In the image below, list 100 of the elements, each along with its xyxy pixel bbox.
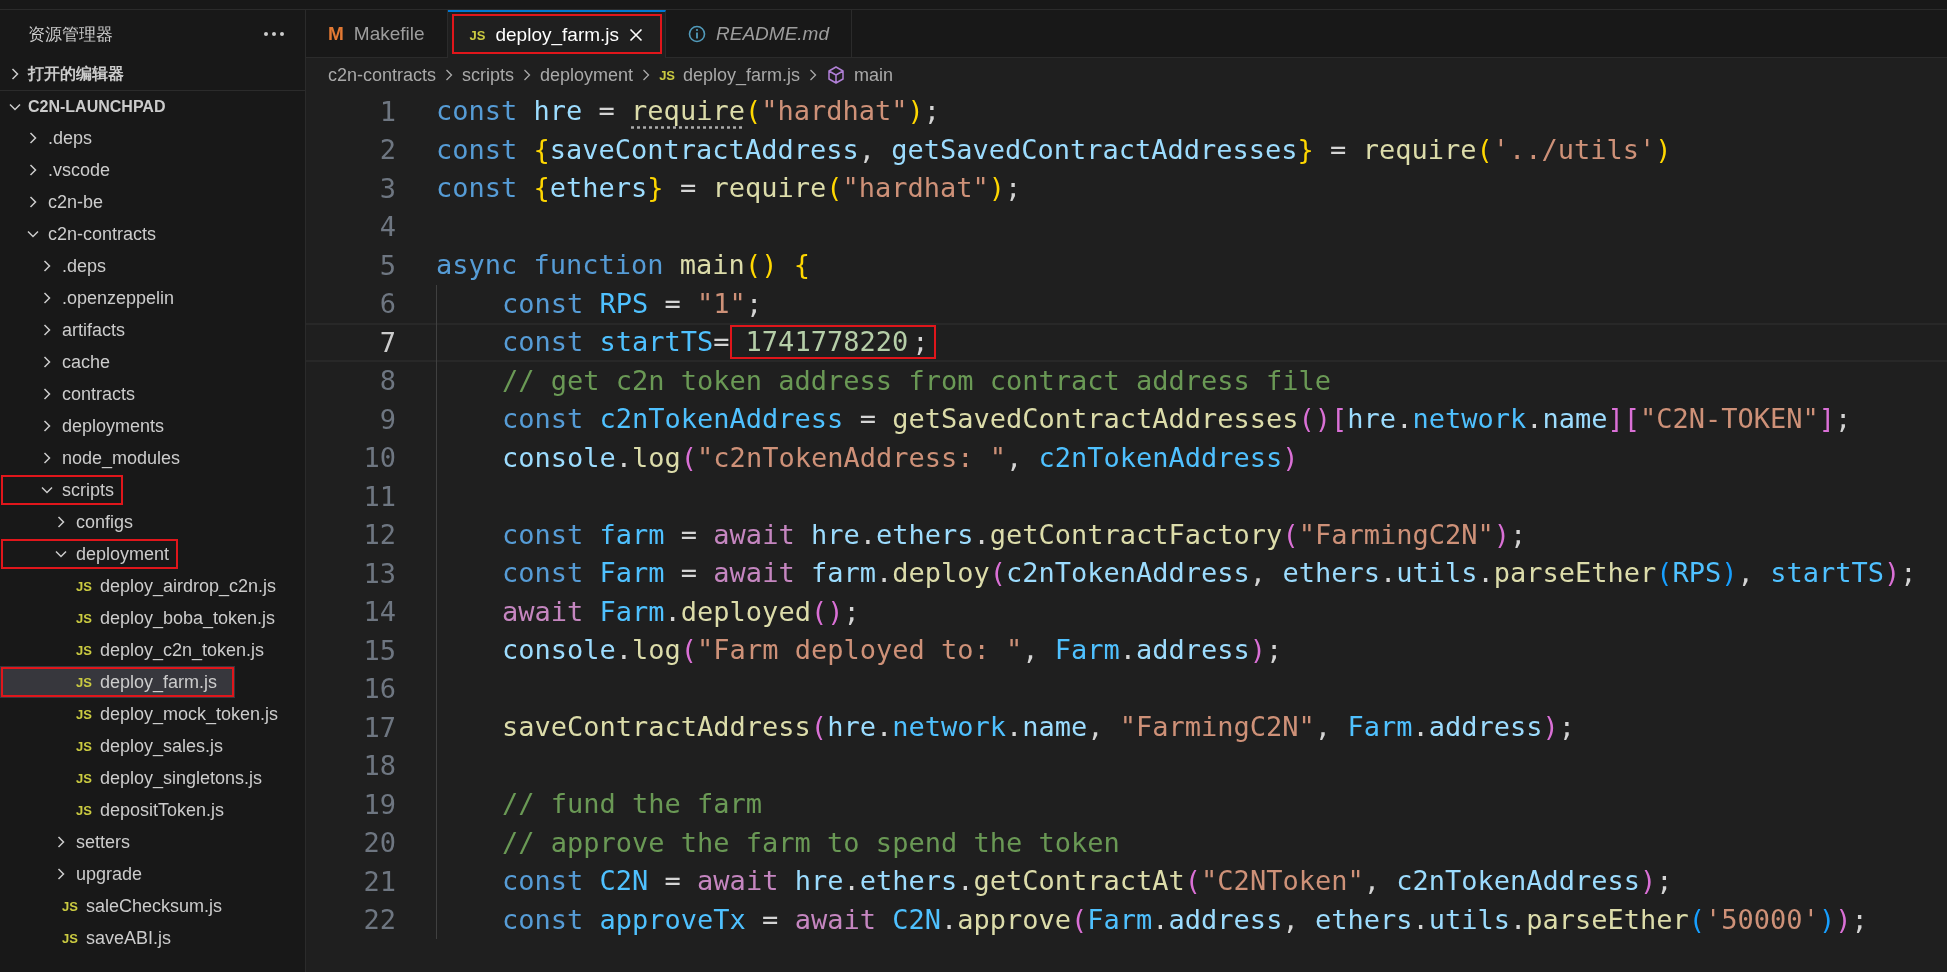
line-number: 3 (378, 172, 396, 204)
item-name: .deps (48, 127, 93, 149)
item-name: deploy_airdrop_c2n.js (99, 575, 277, 597)
editor-tab[interactable]: JS deploy_farm.js (447, 10, 667, 58)
item-name: scripts (62, 479, 114, 501)
item-name: saveABI.js (85, 927, 171, 949)
code-line: // fund the farm (502, 787, 764, 822)
cube-icon (826, 65, 847, 85)
code-line: const {saveContractAddress, getSavedContractAddresses} = require('../utils') (436, 132, 1673, 167)
item-name: upgrade (76, 863, 143, 885)
item-name: cache (62, 351, 111, 373)
line-number: 8 (378, 365, 396, 397)
line-number: 22 (362, 904, 396, 936)
tree-item[interactable]: scripts (0, 474, 124, 506)
line-number: 15 (362, 634, 396, 666)
line-number: 18 (362, 750, 396, 782)
code-line: const approveTx = await C2N.approve(Farm.address, ethers.utils.parseEther('50000')); (502, 902, 1869, 937)
tree-item[interactable]: configs (0, 506, 305, 538)
tree-item[interactable]: node_modules (0, 442, 305, 474)
line-number: 5 (378, 249, 396, 281)
code-line: const c2nTokenAddress = getSavedContractAddresses()[hre.network.name]["C2N-TOKEN"]; (502, 402, 1853, 437)
code-line: const {ethers} = require("hardhat"); (436, 171, 1023, 206)
js-file-icon: JS (469, 27, 486, 43)
section-label: 打开的编辑器 (28, 63, 124, 84)
section-header[interactable]: 打开的编辑器 (0, 58, 305, 90)
item-name: deploy_singletons.js (99, 767, 262, 789)
js-file-icon: JS (76, 578, 92, 594)
tree-item[interactable]: c2n-contracts (0, 218, 305, 250)
explorer-title: 资源管理器 (28, 23, 113, 46)
breadcrumb-item[interactable]: main (854, 64, 894, 86)
tree-item[interactable]: artifacts (0, 314, 305, 346)
tree-item[interactable]: JS deploy_singletons.js (0, 762, 305, 794)
tree-item[interactable]: upgrade (0, 858, 305, 890)
line-number: 9 (378, 403, 396, 435)
item-name: setters (76, 831, 131, 853)
line-number: 4 (378, 211, 396, 243)
editor-tab[interactable]: README.md (666, 10, 852, 58)
tree-item[interactable]: JS deploy_farm.js (0, 666, 235, 698)
js-file-icon: JS (76, 642, 92, 658)
tree-item[interactable]: c2n-be (0, 186, 305, 218)
line-number: 17 (362, 711, 396, 743)
tree-item[interactable]: .openzeppelin (0, 282, 305, 314)
code-line: const farm = await hre.ethers.getContractFactory("FarmingC2N"); (502, 517, 1528, 552)
js-file-icon: JS (76, 610, 92, 626)
code-line: console.log("Farm deployed to: ", Farm.address); (502, 633, 1284, 668)
tree-item[interactable]: JS deploy_c2n_token.js (0, 634, 305, 666)
js-file-icon: JS (76, 802, 92, 818)
tab-label: README.md (716, 22, 829, 45)
close-icon[interactable] (629, 28, 644, 42)
item-name: artifacts (62, 319, 126, 341)
line-number: 14 (362, 596, 396, 628)
item-name: deployment (76, 543, 170, 565)
code-line: console.log("c2nTokenAddress: ", c2nTokenAddress) (502, 440, 1300, 475)
item-name: deploy_boba_token.js (99, 607, 276, 629)
tree-item[interactable]: JS deploy_boba_token.js (0, 602, 305, 634)
line-number: 2 (378, 134, 396, 166)
code-line: async function main() { (436, 248, 811, 283)
line-number: 11 (362, 480, 396, 512)
tree-item[interactable]: deployment (0, 538, 180, 570)
code-line: await Farm.deployed(); (502, 594, 861, 629)
tree-item[interactable]: setters (0, 826, 305, 858)
tree-item[interactable]: JS deploy_airdrop_c2n.js (0, 570, 305, 602)
tree-item[interactable]: cache (0, 346, 305, 378)
item-name: .vscode (48, 159, 111, 181)
section-header[interactable]: C2N-LAUNCHPAD (0, 90, 305, 122)
item-name: depositToken.js (99, 799, 224, 821)
tree-item[interactable]: JS deploy_sales.js (0, 730, 305, 762)
line-number: 19 (362, 788, 396, 820)
breadcrumb-item[interactable]: c2n-contracts (328, 64, 437, 86)
tree-item[interactable]: JS saveABI.js (0, 922, 305, 954)
code-line: const hre = require("hardhat"); (436, 94, 941, 129)
line-number: 12 (362, 519, 396, 551)
item-name: contracts (62, 383, 136, 405)
js-file-icon: JS (62, 898, 78, 914)
item-name: c2n-contracts (48, 223, 157, 245)
item-name: .deps (62, 255, 107, 277)
tab-label: deploy_farm.js (495, 24, 620, 46)
tree-item[interactable]: .deps (0, 122, 305, 154)
item-name: configs (76, 511, 134, 533)
editor-tab[interactable]: M Makefile (306, 10, 448, 58)
tree-item[interactable]: .deps (0, 250, 305, 282)
breadcrumb-item[interactable]: scripts (462, 64, 515, 86)
tree-item[interactable]: contracts (0, 378, 305, 410)
code-line: // get c2n token address from contract address file (502, 363, 1333, 398)
js-file-icon: JS (76, 770, 92, 786)
code-line: const C2N = await hre.ethers.getContractAt("C2NToken", c2nTokenAddress); (502, 864, 1674, 899)
section-label: C2N-LAUNCHPAD (28, 97, 166, 116)
breadcrumb-item[interactable]: deploy_farm.js (683, 64, 801, 86)
breadcrumb-item[interactable]: deployment (540, 64, 634, 86)
code-line: // approve the farm to spend the token (502, 825, 1121, 860)
item-name: deploy_farm.js (99, 671, 217, 693)
tree-item[interactable]: JS deploy_mock_token.js (0, 698, 305, 730)
more-actions-icon[interactable] (263, 31, 285, 37)
tree-item[interactable]: .vscode (0, 154, 305, 186)
chevron-right-icon (808, 68, 819, 82)
tree-item[interactable]: JS saleChecksum.js (0, 890, 305, 922)
item-name: deploy_c2n_token.js (99, 639, 265, 661)
tree-item[interactable]: deployments (0, 410, 305, 442)
tree-item[interactable]: JS depositToken.js (0, 794, 305, 826)
line-number: 20 (362, 827, 396, 859)
